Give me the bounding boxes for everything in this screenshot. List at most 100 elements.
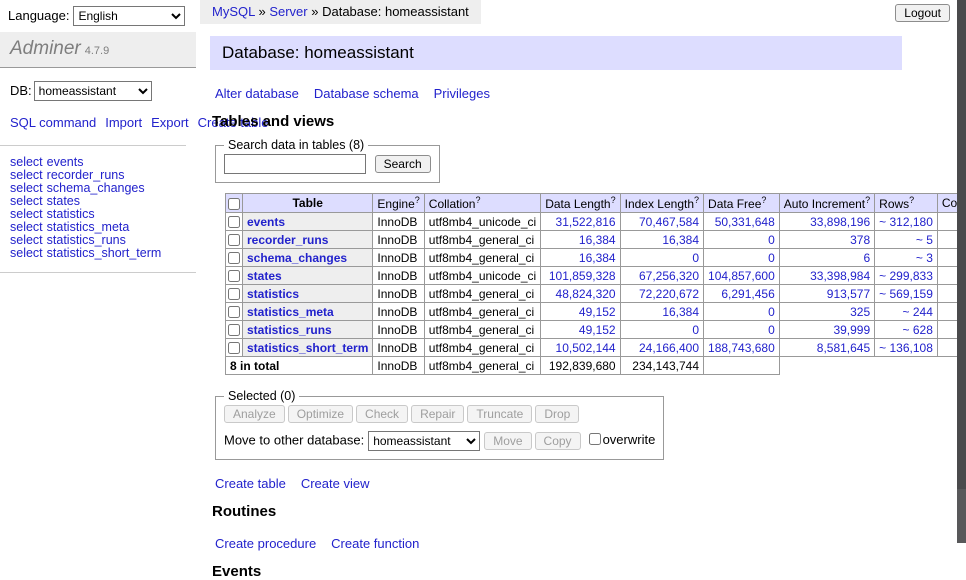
column-help-link[interactable]: Collation? xyxy=(429,197,481,211)
table-name-link[interactable]: states xyxy=(247,269,282,283)
table-name-link[interactable]: statistics_runs xyxy=(247,323,332,337)
rows-count-link[interactable]: ~ 569,159 xyxy=(879,287,933,301)
auto-increment-link[interactable]: 33,898,196 xyxy=(810,215,870,229)
optimize-button[interactable]: Optimize xyxy=(288,405,353,423)
row-checkbox[interactable] xyxy=(228,324,240,336)
select-link[interactable]: select xyxy=(10,220,43,234)
table-link[interactable]: events xyxy=(47,155,84,169)
breadcrumb-link-server[interactable]: Server xyxy=(269,4,307,19)
select-all-checkbox[interactable] xyxy=(228,198,240,210)
auto-increment-link[interactable]: 39,999 xyxy=(833,323,870,337)
table-link[interactable]: schema_changes xyxy=(47,181,145,195)
row-checkbox[interactable] xyxy=(228,234,240,246)
create-link-create-view[interactable]: Create view xyxy=(301,476,370,491)
column-header-rows[interactable]: Rows? xyxy=(875,194,938,213)
rows-count-link[interactable]: ~ 5 xyxy=(916,233,933,247)
copy-button[interactable]: Copy xyxy=(535,432,581,450)
repair-button[interactable]: Repair xyxy=(411,405,464,423)
select-link[interactable]: select xyxy=(10,246,43,260)
menu-link-import[interactable]: Import xyxy=(105,115,142,130)
table-link[interactable]: statistics xyxy=(47,207,95,221)
select-link[interactable]: select xyxy=(10,155,43,169)
truncate-button[interactable]: Truncate xyxy=(467,405,532,423)
data-free-link[interactable]: 6,291,456 xyxy=(721,287,774,301)
table-name-link[interactable]: statistics_short_term xyxy=(247,341,368,355)
analyze-button[interactable]: Analyze xyxy=(224,405,285,423)
rows-count-link[interactable]: ~ 312,180 xyxy=(879,215,933,229)
create-link-create-table[interactable]: Create table xyxy=(215,476,286,491)
row-checkbox[interactable] xyxy=(228,216,240,228)
data-length-link[interactable]: 101,859,328 xyxy=(549,269,616,283)
data-free-link[interactable]: 50,331,648 xyxy=(715,215,775,229)
data-free-link[interactable]: 0 xyxy=(768,305,775,319)
data-free-link[interactable]: 188,743,680 xyxy=(708,341,775,355)
index-length-link[interactable]: 67,256,320 xyxy=(639,269,699,283)
column-header-collation[interactable]: Collation? xyxy=(424,194,540,213)
row-checkbox[interactable] xyxy=(228,306,240,318)
move-db-select[interactable]: homeassistant xyxy=(368,431,480,451)
check-button[interactable]: Check xyxy=(356,405,408,423)
column-header-data-length[interactable]: Data Length? xyxy=(541,194,620,213)
index-length-link[interactable]: 16,384 xyxy=(662,305,699,319)
table-name-link[interactable]: statistics_meta xyxy=(247,305,334,319)
table-link[interactable]: statistics_meta xyxy=(47,220,130,234)
column-help-link[interactable]: Index Length? xyxy=(625,197,699,211)
rows-count-link[interactable]: ~ 299,833 xyxy=(879,269,933,283)
row-checkbox[interactable] xyxy=(228,270,240,282)
action-link-database-schema[interactable]: Database schema xyxy=(314,86,419,101)
column-header-index-length[interactable]: Index Length? xyxy=(620,194,703,213)
auto-increment-link[interactable]: 913,577 xyxy=(827,287,870,301)
index-length-link[interactable]: 0 xyxy=(692,323,699,337)
breadcrumb-link-mysql[interactable]: MySQL xyxy=(212,4,255,19)
data-length-link[interactable]: 10,502,144 xyxy=(556,341,616,355)
drop-button[interactable]: Drop xyxy=(535,405,579,423)
table-link[interactable]: statistics_short_term xyxy=(47,246,162,260)
table-link[interactable]: recorder_runs xyxy=(47,168,125,182)
data-free-link[interactable]: 0 xyxy=(768,233,775,247)
auto-increment-link[interactable]: 8,581,645 xyxy=(817,341,870,355)
menu-link-sql-command[interactable]: SQL command xyxy=(10,115,96,130)
move-button[interactable]: Move xyxy=(484,432,531,450)
rows-count-link[interactable]: ~ 136,108 xyxy=(879,341,933,355)
index-length-link[interactable]: 70,467,584 xyxy=(639,215,699,229)
routine-link-create-function[interactable]: Create function xyxy=(331,536,419,551)
column-help-link[interactable]: Engine? xyxy=(377,197,419,211)
data-length-link[interactable]: 31,522,816 xyxy=(556,215,616,229)
table-name-link[interactable]: recorder_runs xyxy=(247,233,328,247)
row-checkbox[interactable] xyxy=(228,288,240,300)
table-name-link[interactable]: schema_changes xyxy=(247,251,347,265)
table-link[interactable]: states xyxy=(47,194,80,208)
data-free-link[interactable]: 104,857,600 xyxy=(708,269,775,283)
data-length-link[interactable]: 48,824,320 xyxy=(556,287,616,301)
action-link-privileges[interactable]: Privileges xyxy=(434,86,490,101)
column-help-link[interactable]: Auto Increment? xyxy=(784,197,870,211)
column-help-link[interactable]: Data Length? xyxy=(545,197,615,211)
db-select[interactable]: homeassistant xyxy=(34,81,152,101)
rows-count-link[interactable]: ~ 3 xyxy=(916,251,933,265)
auto-increment-link[interactable]: 33,398,984 xyxy=(810,269,870,283)
menu-link-export[interactable]: Export xyxy=(151,115,189,130)
table-link[interactable]: statistics_runs xyxy=(47,233,126,247)
table-name-link[interactable]: statistics xyxy=(247,287,299,301)
scrollbar[interactable] xyxy=(957,0,966,543)
data-length-link[interactable]: 49,152 xyxy=(579,323,616,337)
column-header-auto-increment[interactable]: Auto Increment? xyxy=(779,194,874,213)
action-link-alter-database[interactable]: Alter database xyxy=(215,86,299,101)
data-free-link[interactable]: 0 xyxy=(768,251,775,265)
overwrite-checkbox[interactable] xyxy=(589,433,601,445)
table-name-link[interactable]: events xyxy=(247,215,285,229)
index-length-link[interactable]: 24,166,400 xyxy=(639,341,699,355)
column-help-link[interactable]: Rows? xyxy=(879,197,914,211)
column-header-engine[interactable]: Engine? xyxy=(373,194,424,213)
select-link[interactable]: select xyxy=(10,194,43,208)
column-help-link[interactable]: Data Free? xyxy=(708,197,766,211)
data-length-link[interactable]: 49,152 xyxy=(579,305,616,319)
auto-increment-link[interactable]: 325 xyxy=(850,305,870,319)
adminer-logo-link[interactable]: Adminer xyxy=(10,38,81,59)
row-checkbox[interactable] xyxy=(228,252,240,264)
auto-increment-link[interactable]: 6 xyxy=(863,251,870,265)
select-link[interactable]: select xyxy=(10,168,43,182)
index-length-link[interactable]: 16,384 xyxy=(662,233,699,247)
row-checkbox[interactable] xyxy=(228,342,240,354)
auto-increment-link[interactable]: 378 xyxy=(850,233,870,247)
